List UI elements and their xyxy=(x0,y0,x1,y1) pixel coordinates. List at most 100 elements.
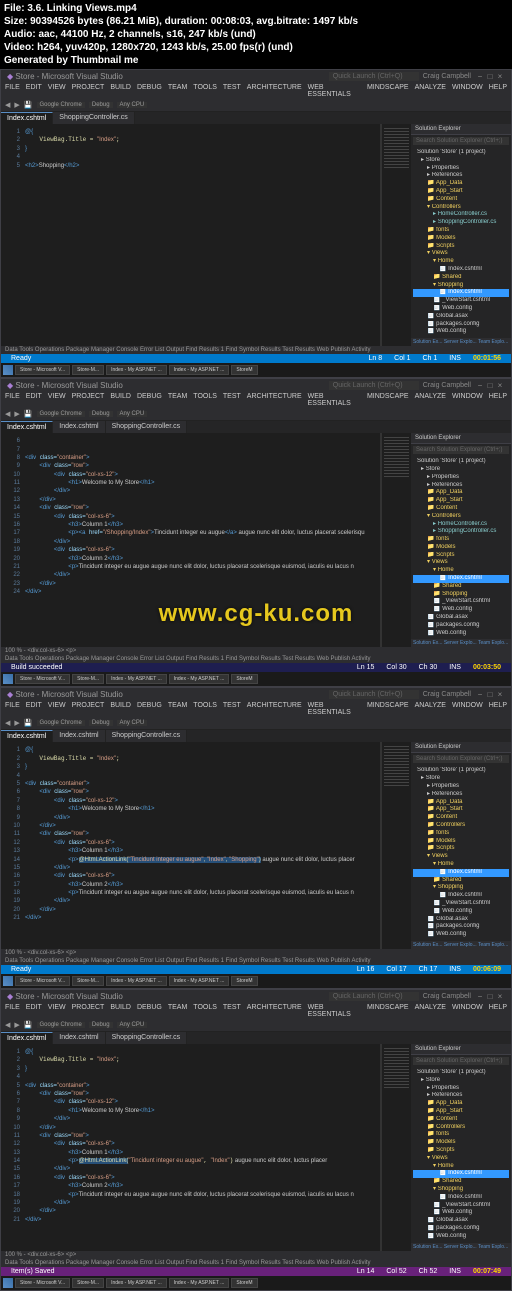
tree-appstart[interactable]: 📁 App_Start xyxy=(413,806,509,814)
tree-viewstart[interactable]: 📄 _ViewStart.cshtml xyxy=(413,900,509,908)
tree-views[interactable]: ▾ Views xyxy=(413,853,509,861)
tree-global[interactable]: 📄 Global.asax xyxy=(413,1217,509,1225)
tree-scripts[interactable]: 📁 Scripts xyxy=(413,1147,509,1155)
tab-index-cshtml[interactable]: Index.cshtml xyxy=(1,730,53,742)
tree-controllers[interactable]: ▾ Controllers xyxy=(413,204,509,212)
user-name[interactable]: Craig Campbell xyxy=(419,993,475,1000)
tree-home[interactable]: ▾ Home xyxy=(413,567,509,575)
tree-appstart[interactable]: 📁 App_Start xyxy=(413,497,509,505)
user-name[interactable]: Craig Campbell xyxy=(419,382,475,389)
tree-models[interactable]: 📁 Models xyxy=(413,235,509,243)
nav-fwd-icon[interactable]: ▶ xyxy=(14,1021,19,1029)
menu-edit[interactable]: EDIT xyxy=(26,1004,42,1018)
taskbar-item[interactable]: Index - My ASP.NET ... xyxy=(106,976,167,986)
tree-shopping-index[interactable]: 📄 Index.cshtml xyxy=(413,892,509,900)
tree-webconfig1[interactable]: 📄 Web.config xyxy=(413,1209,509,1217)
start-button[interactable] xyxy=(3,365,13,375)
tree-appstart[interactable]: 📁 App_Start xyxy=(413,1108,509,1116)
menu-tools[interactable]: TOOLS xyxy=(193,84,217,98)
titlebar[interactable]: ◆ Store - Microsoft Visual Studio Quick … xyxy=(1,379,511,392)
menu-webessentials[interactable]: WEB ESSENTIALS xyxy=(308,84,361,98)
menu-test[interactable]: TEST xyxy=(223,702,241,716)
start-button[interactable] xyxy=(3,674,13,684)
solution-explorer-header[interactable]: Solution Explorer xyxy=(411,742,511,753)
code-editor[interactable]: @{ ViewBag.Title = "Index"; } <div class… xyxy=(23,742,381,949)
menu-architecture[interactable]: ARCHITECTURE xyxy=(247,702,302,716)
menu-debug[interactable]: DEBUG xyxy=(137,393,162,407)
menu-build[interactable]: BUILD xyxy=(110,84,131,98)
minimap[interactable] xyxy=(381,433,411,647)
save-icon[interactable]: 💾 xyxy=(24,1021,33,1029)
menu-build[interactable]: BUILD xyxy=(110,393,131,407)
tree-references[interactable]: ▸ References xyxy=(413,1092,509,1100)
taskbar[interactable]: Store - Microsoft V... Store-M... Index … xyxy=(1,974,511,988)
menu-webessentials[interactable]: WEB ESSENTIALS xyxy=(308,393,361,407)
tree-properties[interactable]: ▸ Properties xyxy=(413,783,509,791)
menu-file[interactable]: FILE xyxy=(5,84,20,98)
tree-controllers[interactable]: 📁 Controllers xyxy=(413,1124,509,1132)
tree-shopping[interactable]: ▾ Shopping xyxy=(413,282,509,290)
solution-search-input[interactable]: Search Solution Explorer (Ctrl+;) xyxy=(413,137,509,145)
tree-index-cshtml[interactable]: 📄 Index.cshtml xyxy=(413,266,509,274)
menu-analyze[interactable]: ANALYZE xyxy=(415,84,446,98)
nav-fwd-icon[interactable]: ▶ xyxy=(14,719,19,727)
menu-build[interactable]: BUILD xyxy=(110,702,131,716)
config-dropdown[interactable]: Debug xyxy=(89,720,113,726)
tree-controllers[interactable]: ▾ Controllers xyxy=(413,513,509,521)
tree-appdata[interactable]: 📁 App_Data xyxy=(413,1100,509,1108)
tree-webconfig1[interactable]: 📄 Web.config xyxy=(413,606,509,614)
tree-shared[interactable]: 📁 Shared xyxy=(413,1178,509,1186)
menu-architecture[interactable]: ARCHITECTURE xyxy=(247,393,302,407)
tree-references[interactable]: ▸ References xyxy=(413,482,509,490)
taskbar-item[interactable]: StoreM xyxy=(231,365,257,375)
menu-architecture[interactable]: ARCHITECTURE xyxy=(247,84,302,98)
user-name[interactable]: Craig Campbell xyxy=(419,691,475,698)
minimize-button[interactable]: − xyxy=(475,690,485,699)
taskbar[interactable]: Store - Microsoft V... Store-M... Index … xyxy=(1,1276,511,1290)
tree-shoppingcontroller[interactable]: ▸ ShoppingController.cs xyxy=(413,219,509,227)
menu-team[interactable]: TEAM xyxy=(168,1004,187,1018)
tree-webconfig1[interactable]: 📄 Web.config xyxy=(413,305,509,313)
solution-explorer-header[interactable]: Solution Explorer xyxy=(411,433,511,444)
close-button[interactable]: × xyxy=(495,381,505,390)
tree-index-cshtml[interactable]: 📄 Index.cshtml xyxy=(413,1170,509,1178)
taskbar-item[interactable]: Store-M... xyxy=(72,1278,104,1288)
tree-controllers[interactable]: 📁 Controllers xyxy=(413,822,509,830)
solution-root[interactable]: Solution 'Store' (1 project) xyxy=(413,458,509,466)
tree-packages[interactable]: 📄 packages.config xyxy=(413,923,509,931)
menu-test[interactable]: TEST xyxy=(223,393,241,407)
taskbar-item[interactable]: Store-M... xyxy=(72,365,104,375)
taskbar-item[interactable]: Index - My ASP.NET ... xyxy=(169,365,230,375)
menu-analyze[interactable]: ANALYZE xyxy=(415,393,446,407)
close-button[interactable]: × xyxy=(495,992,505,1001)
tab-shopping-controller[interactable]: ShoppingController.cs xyxy=(106,1032,188,1044)
tree-store[interactable]: ▸ Store xyxy=(413,1077,509,1085)
solution-search-input[interactable]: Search Solution Explorer (Ctrl+;) xyxy=(413,755,509,763)
taskbar-item[interactable]: StoreM xyxy=(231,674,257,684)
menu-project[interactable]: PROJECT xyxy=(72,1004,105,1018)
solution-search-input[interactable]: Search Solution Explorer (Ctrl+;) xyxy=(413,1057,509,1065)
tree-fonts[interactable]: 📁 fonts xyxy=(413,830,509,838)
quick-launch-input[interactable]: Quick Launch (Ctrl+Q) xyxy=(329,992,419,1001)
taskbar-item[interactable]: Index - My ASP.NET ... xyxy=(106,674,167,684)
tree-content[interactable]: 📁 Content xyxy=(413,814,509,822)
tree-shared[interactable]: 📁 Shared xyxy=(413,274,509,282)
minimize-button[interactable]: − xyxy=(475,72,485,81)
menu-edit[interactable]: EDIT xyxy=(26,702,42,716)
tree-webconfig2[interactable]: 📄 Web.config xyxy=(413,931,509,939)
taskbar-item[interactable]: Store - Microsoft V... xyxy=(15,1278,70,1288)
menu-tools[interactable]: TOOLS xyxy=(193,393,217,407)
menu-build[interactable]: BUILD xyxy=(110,1004,131,1018)
menu-file[interactable]: FILE xyxy=(5,702,20,716)
bottom-panel-tabs[interactable]: Data Tools Operations Package Manager Co… xyxy=(1,957,511,965)
menu-tools[interactable]: TOOLS xyxy=(193,702,217,716)
menu-webessentials[interactable]: WEB ESSENTIALS xyxy=(308,702,361,716)
tree-references[interactable]: ▸ References xyxy=(413,172,509,180)
maximize-button[interactable]: □ xyxy=(485,381,495,390)
tree-properties[interactable]: ▸ Properties xyxy=(413,1085,509,1093)
tree-store[interactable]: ▸ Store xyxy=(413,157,509,165)
tree-references[interactable]: ▸ References xyxy=(413,791,509,799)
browser-dropdown[interactable]: Google Chrome xyxy=(37,720,85,726)
menu-view[interactable]: VIEW xyxy=(48,702,66,716)
minimap[interactable] xyxy=(381,1044,411,1251)
